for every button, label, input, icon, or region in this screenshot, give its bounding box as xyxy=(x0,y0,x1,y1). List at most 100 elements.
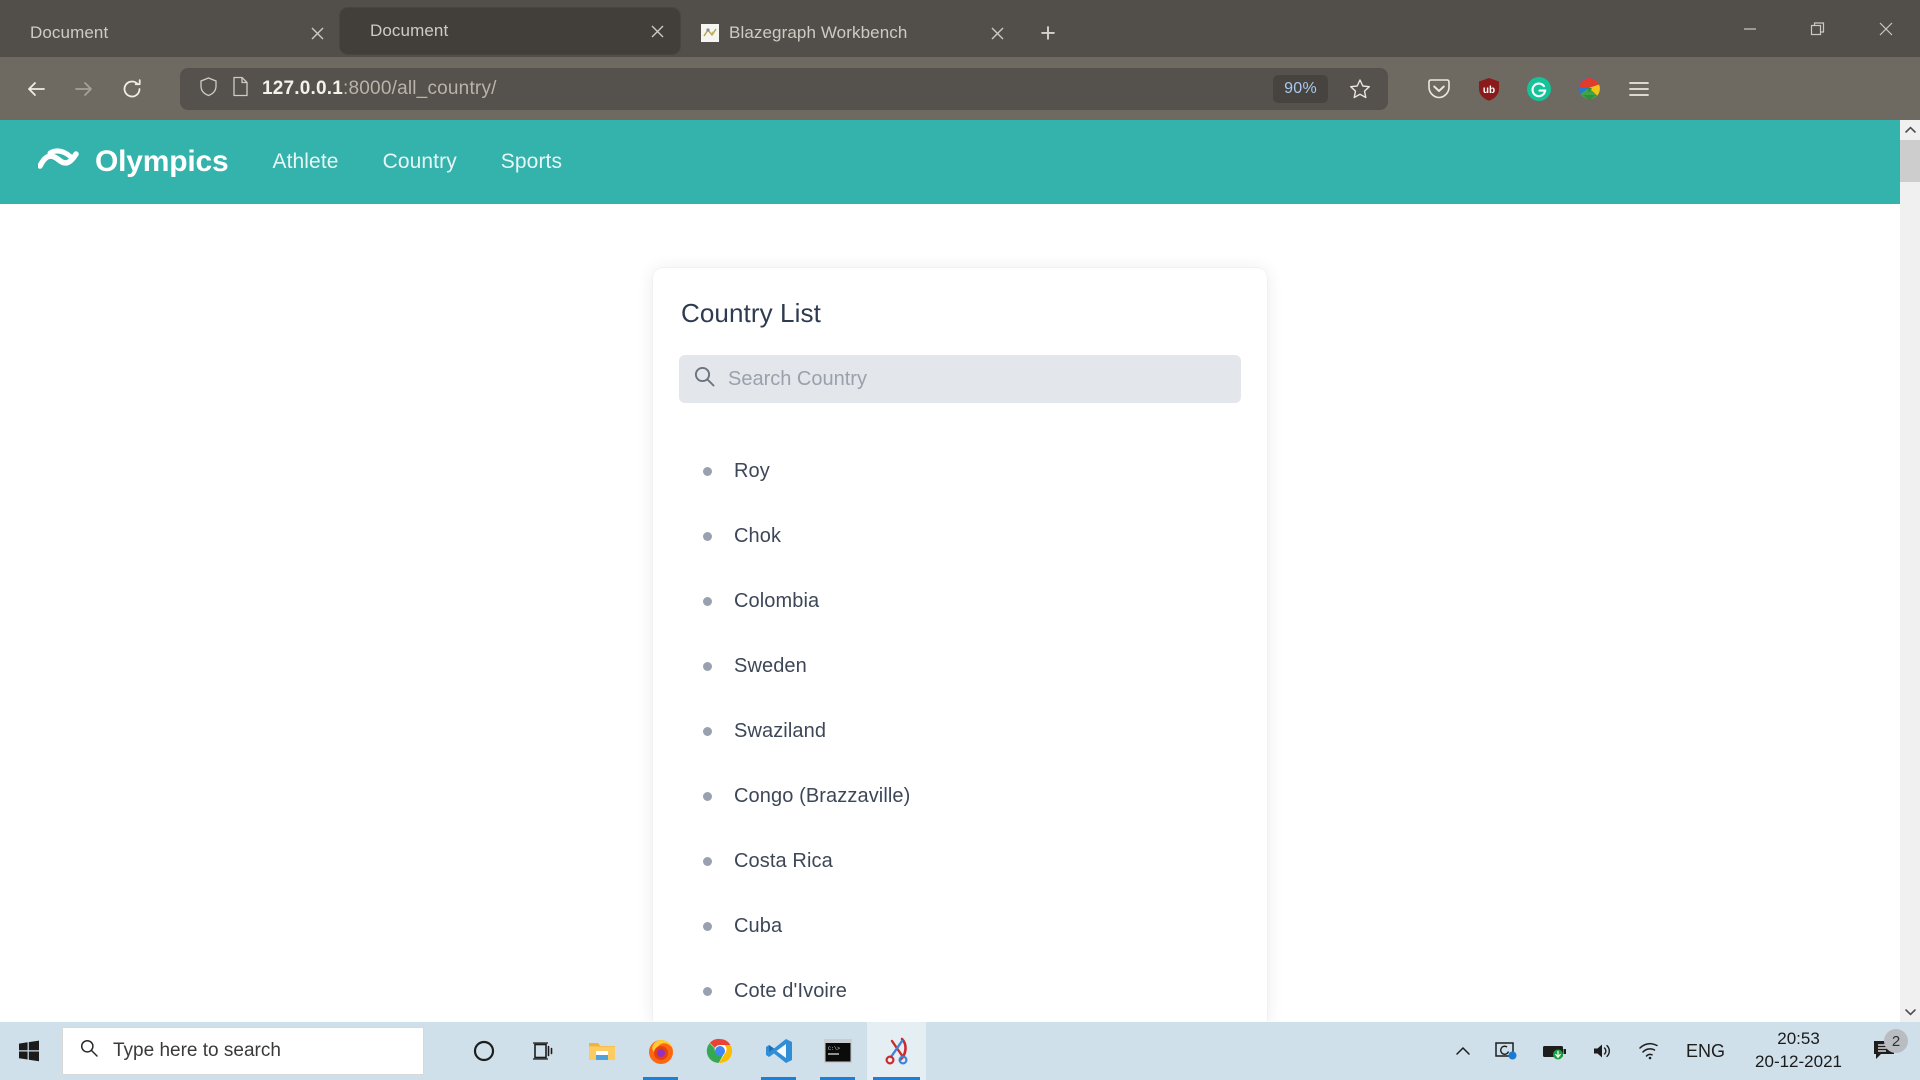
list-item[interactable]: Colombia xyxy=(703,569,1241,634)
snipping-tool-icon[interactable] xyxy=(867,1022,926,1080)
reload-icon[interactable] xyxy=(110,67,154,111)
volume-icon[interactable] xyxy=(1580,1022,1626,1080)
navigation-toolbar: 127.0.0.1:8000/all_country/ 90% ub xyxy=(0,57,1920,120)
browser-window: Document Document Blazegraph Workbench +… xyxy=(0,0,1920,1022)
bullet-icon xyxy=(703,987,712,996)
cortana-icon[interactable] xyxy=(454,1022,513,1080)
country-name: Chok xyxy=(734,525,782,547)
nav-link-sports[interactable]: Sports xyxy=(501,150,562,174)
scroll-up-icon[interactable] xyxy=(1900,120,1920,140)
firefox-icon[interactable] xyxy=(631,1022,690,1080)
list-item[interactable]: Roy xyxy=(703,439,1241,504)
tab-close-icon[interactable] xyxy=(644,18,670,44)
windows-taskbar: Type here to search C:\> ENG 20:53 20-12… xyxy=(0,1022,1920,1080)
chevron-up-icon[interactable] xyxy=(1444,1022,1482,1080)
site-nav: Athlete Country Sports xyxy=(272,150,562,174)
svg-text:C:\>: C:\> xyxy=(828,1046,840,1052)
back-arrow-icon[interactable] xyxy=(14,67,58,111)
language-indicator[interactable]: ENG xyxy=(1672,1041,1739,1062)
pocket-icon[interactable] xyxy=(1420,70,1458,108)
search-country-field[interactable] xyxy=(679,355,1241,403)
taskbar-apps: C:\> xyxy=(454,1022,926,1080)
ublock-origin-icon[interactable]: ub xyxy=(1470,70,1508,108)
url-path: :8000/all_country/ xyxy=(343,77,497,99)
page-viewport: Olympics Athlete Country Sports Country … xyxy=(0,120,1920,1022)
country-name: Costa Rica xyxy=(734,850,833,872)
page-icon[interactable] xyxy=(231,76,250,102)
app-menu-icon[interactable] xyxy=(1620,70,1658,108)
shield-icon[interactable] xyxy=(198,76,219,102)
grammarly-icon[interactable] xyxy=(1520,70,1558,108)
blazegraph-icon xyxy=(700,24,719,43)
bullet-icon xyxy=(703,532,712,541)
close-icon[interactable] xyxy=(1852,0,1920,57)
notifications-icon[interactable]: 2 xyxy=(1858,1029,1912,1063)
olympics-wave-logo xyxy=(37,144,82,181)
search-input[interactable] xyxy=(728,367,1227,391)
onedrive-sync-icon[interactable] xyxy=(1482,1022,1530,1080)
search-icon xyxy=(693,365,716,393)
url-text[interactable]: 127.0.0.1:8000/all_country/ xyxy=(262,78,1261,100)
brand[interactable]: Olympics xyxy=(37,144,229,181)
list-item[interactable]: Sweden xyxy=(703,634,1241,699)
list-item[interactable]: Swaziland xyxy=(703,699,1241,764)
search-icon xyxy=(79,1038,99,1064)
wifi-icon[interactable] xyxy=(1626,1022,1672,1080)
country-name: Colombia xyxy=(734,590,820,612)
page-title: Country List xyxy=(681,298,821,328)
chrome-icon[interactable] xyxy=(690,1022,749,1080)
windows-start-icon[interactable] xyxy=(0,1022,58,1080)
bullet-icon xyxy=(703,467,712,476)
clock-date: 20-12-2021 xyxy=(1755,1052,1842,1071)
country-name: Roy xyxy=(734,460,770,482)
browser-tab-1[interactable]: Document xyxy=(0,9,340,57)
svg-text:ub: ub xyxy=(1483,85,1495,96)
command-prompt-icon[interactable]: C:\> xyxy=(808,1022,867,1080)
list-item[interactable]: Cote d'Ivoire xyxy=(703,959,1241,1022)
system-tray: ENG 20:53 20-12-2021 2 xyxy=(1444,1022,1920,1080)
url-host: 127.0.0.1 xyxy=(262,77,344,99)
vscode-icon[interactable] xyxy=(749,1022,808,1080)
restore-icon[interactable] xyxy=(1784,0,1852,57)
battery-icon[interactable] xyxy=(1530,1022,1580,1080)
site-header: Olympics Athlete Country Sports xyxy=(0,120,1920,204)
list-item[interactable]: Cuba xyxy=(703,894,1241,959)
extensions-area: ub xyxy=(1406,70,1658,108)
bullet-icon xyxy=(703,857,712,866)
browser-tab-2[interactable]: Document xyxy=(340,8,680,54)
scrollbar-thumb[interactable] xyxy=(1900,140,1920,182)
new-tab-button[interactable]: + xyxy=(1028,13,1068,53)
tab-title: Document xyxy=(370,21,449,40)
list-item[interactable]: Costa Rica xyxy=(703,829,1241,894)
star-icon[interactable] xyxy=(1340,69,1380,109)
clock-time: 20:53 xyxy=(1777,1029,1820,1049)
country-name: Cuba xyxy=(734,915,783,937)
brand-name: Olympics xyxy=(95,145,229,178)
file-explorer-icon[interactable] xyxy=(572,1022,631,1080)
address-bar[interactable]: 127.0.0.1:8000/all_country/ 90% xyxy=(180,67,1388,110)
idm-icon[interactable] xyxy=(1570,70,1608,108)
bullet-icon xyxy=(703,792,712,801)
taskbar-search-placeholder: Type here to search xyxy=(113,1040,281,1061)
country-name: Sweden xyxy=(734,655,807,677)
minimize-icon[interactable] xyxy=(1716,0,1784,57)
scroll-down-icon[interactable] xyxy=(1900,1002,1920,1022)
browser-tab-3[interactable]: Blazegraph Workbench xyxy=(680,9,1020,57)
page-scrollbar[interactable] xyxy=(1900,120,1920,1022)
nav-link-country[interactable]: Country xyxy=(383,150,457,174)
clock[interactable]: 20:53 20-12-2021 xyxy=(1739,1028,1858,1074)
tab-strip: Document Document Blazegraph Workbench + xyxy=(0,0,1920,57)
country-name: Congo (Brazzaville) xyxy=(734,785,911,807)
zoom-level-badge[interactable]: 90% xyxy=(1273,74,1328,103)
taskbar-search-box[interactable]: Type here to search xyxy=(62,1027,424,1075)
bullet-icon xyxy=(703,597,712,606)
scrollbar-track[interactable] xyxy=(1900,140,1920,1002)
list-item[interactable]: Congo (Brazzaville) xyxy=(703,764,1241,829)
tab-title: Blazegraph Workbench xyxy=(729,23,908,42)
task-view-icon[interactable] xyxy=(513,1022,572,1080)
nav-link-athlete[interactable]: Athlete xyxy=(272,150,338,174)
notification-count-badge: 2 xyxy=(1884,1029,1908,1053)
tab-close-icon[interactable] xyxy=(304,20,330,46)
list-item[interactable]: Chok xyxy=(703,504,1241,569)
tab-close-icon[interactable] xyxy=(984,20,1010,46)
